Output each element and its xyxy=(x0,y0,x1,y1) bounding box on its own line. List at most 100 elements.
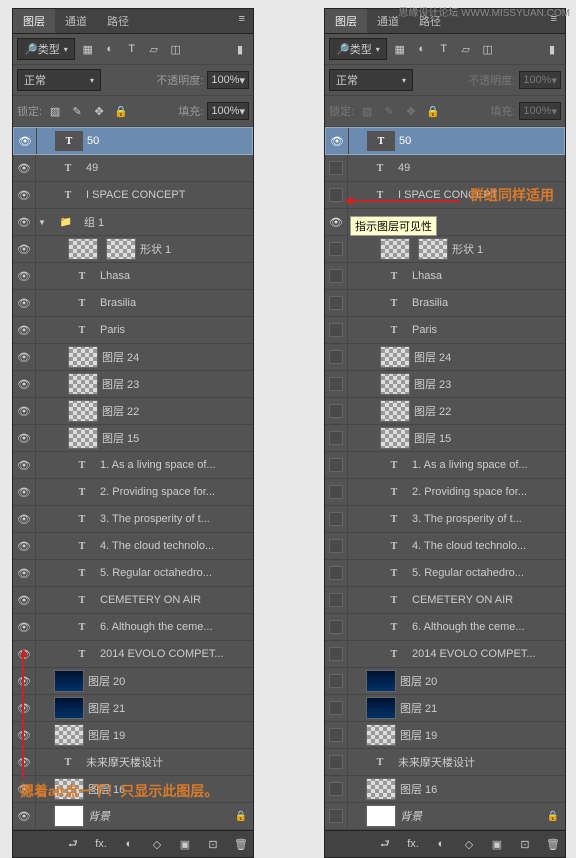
layer-row[interactable]: TLhasa xyxy=(325,263,565,290)
layer-row[interactable]: 图层 15 xyxy=(325,425,565,452)
visibility-toggle[interactable] xyxy=(325,155,348,181)
filter-text-icon[interactable]: T xyxy=(123,40,141,58)
link-icon[interactable]: ⮐ xyxy=(63,835,83,853)
layer-row[interactable]: 👁T3. The prosperity of t... xyxy=(13,506,253,533)
layer-row[interactable]: T1. As a living space of... xyxy=(325,452,565,479)
layer-row[interactable]: 👁T5. Regular octahedro... xyxy=(13,560,253,587)
layer-row[interactable]: 👁T未来摩天楼设计 xyxy=(13,749,253,776)
layer-row[interactable]: T5. Regular octahedro... xyxy=(325,560,565,587)
new-layer-icon[interactable]: ⊡ xyxy=(203,835,223,853)
visibility-toggle[interactable] xyxy=(325,695,348,721)
blend-mode-dropdown[interactable]: 正常▾ xyxy=(329,69,413,91)
filter-kind-dropdown[interactable]: 🔎 类型▾ xyxy=(17,38,75,60)
lock-position-icon[interactable]: ✥ xyxy=(90,102,108,120)
layer-row[interactable]: 👁TParis xyxy=(13,317,253,344)
layer-row[interactable]: 背景🔒 xyxy=(325,803,565,830)
visibility-toggle[interactable] xyxy=(325,398,348,424)
filter-toggle-icon[interactable]: ▮ xyxy=(543,40,561,58)
layer-name[interactable]: 2. Providing space for... xyxy=(412,486,565,498)
layer-row[interactable]: 👁背景🔒 xyxy=(13,803,253,830)
lock-pixels-icon[interactable]: ✎ xyxy=(380,102,398,120)
layer-row[interactable]: 图层 23 xyxy=(325,371,565,398)
visibility-toggle[interactable] xyxy=(325,236,348,262)
layer-name[interactable]: 形状 1 xyxy=(452,241,565,257)
visibility-toggle[interactable]: 👁 xyxy=(13,452,36,478)
layer-name[interactable]: 形状 1 xyxy=(140,241,253,257)
layer-name[interactable]: 6. Although the ceme... xyxy=(100,621,253,633)
filter-text-icon[interactable]: T xyxy=(435,40,453,58)
layer-row[interactable]: 👁图层 21 xyxy=(13,695,253,722)
layer-row[interactable]: 👁T50 xyxy=(325,127,565,155)
layer-row[interactable]: 👁图层 15 xyxy=(13,425,253,452)
layer-name[interactable]: 6. Although the ceme... xyxy=(412,621,565,633)
layer-name[interactable]: Brasilia xyxy=(412,297,565,309)
link-icon[interactable]: ⮐ xyxy=(375,835,395,853)
layer-name[interactable]: I SPACE CONCEPT xyxy=(86,189,253,201)
visibility-toggle[interactable] xyxy=(325,749,348,775)
visibility-toggle[interactable] xyxy=(325,668,348,694)
mask-icon[interactable]: ◐ xyxy=(119,835,139,853)
layer-name[interactable]: Lhasa xyxy=(100,270,253,282)
layer-row[interactable]: 👁T6. Although the ceme... xyxy=(13,614,253,641)
layer-name[interactable]: 4. The cloud technolo... xyxy=(412,540,565,552)
filter-pixel-icon[interactable]: ▦ xyxy=(391,40,409,58)
layer-row[interactable]: TParis xyxy=(325,317,565,344)
layer-row[interactable]: 图层 16 xyxy=(325,776,565,803)
visibility-toggle[interactable] xyxy=(325,290,348,316)
layer-row[interactable]: 👁 图层 24 xyxy=(13,344,253,371)
opacity-value[interactable]: 100% ▾ xyxy=(207,71,249,89)
visibility-toggle[interactable] xyxy=(325,722,348,748)
visibility-toggle[interactable]: 👁 xyxy=(13,398,36,424)
visibility-toggle[interactable]: 👁 xyxy=(13,155,36,181)
lock-transparent-icon[interactable]: ▨ xyxy=(46,102,64,120)
lock-position-icon[interactable]: ✥ xyxy=(402,102,420,120)
visibility-toggle[interactable]: 👁 xyxy=(13,560,36,586)
layer-name[interactable]: 49 xyxy=(398,162,565,174)
visibility-toggle[interactable] xyxy=(325,371,348,397)
layer-row[interactable]: 形状 1 xyxy=(325,236,565,263)
layer-name[interactable]: Paris xyxy=(412,324,565,336)
visibility-toggle[interactable]: 👁 xyxy=(325,209,348,235)
fill-value[interactable]: 100% ▾ xyxy=(519,102,561,120)
layer-name[interactable]: 图层 24 xyxy=(414,349,565,365)
filter-smart-icon[interactable]: ◫ xyxy=(167,40,185,58)
layer-row[interactable]: T49 xyxy=(325,155,565,182)
layer-name[interactable]: 5. Regular octahedro... xyxy=(412,567,565,579)
layer-name[interactable]: 图层 16 xyxy=(400,781,565,797)
layer-name[interactable]: 图层 15 xyxy=(102,430,253,446)
visibility-toggle[interactable] xyxy=(325,641,348,667)
visibility-toggle[interactable]: 👁 xyxy=(13,290,36,316)
layer-name[interactable]: 图层 22 xyxy=(102,403,253,419)
filter-toggle-icon[interactable]: ▮ xyxy=(231,40,249,58)
layer-row[interactable]: T2014 EVOLO COMPET... xyxy=(325,641,565,668)
visibility-toggle[interactable]: 👁 xyxy=(13,344,36,370)
filter-pixel-icon[interactable]: ▦ xyxy=(79,40,97,58)
layer-name[interactable]: 图层 23 xyxy=(102,376,253,392)
layer-row[interactable]: 图层 20 xyxy=(325,668,565,695)
layer-name[interactable]: 50 xyxy=(87,135,252,147)
group-icon[interactable]: ▣ xyxy=(487,835,507,853)
visibility-toggle[interactable] xyxy=(325,560,348,586)
tab-layers[interactable]: 图层 xyxy=(13,9,55,33)
layer-row[interactable]: 👁T2014 EVOLO COMPET... xyxy=(13,641,253,668)
tab-channels[interactable]: 通道 xyxy=(55,9,97,33)
layer-row[interactable]: 👁T50 xyxy=(13,127,253,155)
visibility-toggle[interactable]: 👁 xyxy=(14,128,37,154)
tab-layers[interactable]: 图层 xyxy=(325,9,367,33)
visibility-toggle[interactable]: 👁 xyxy=(13,614,36,640)
layer-row[interactable]: 👁▼📁组 1 xyxy=(13,209,253,236)
visibility-toggle[interactable] xyxy=(325,614,348,640)
visibility-toggle[interactable]: 👁 xyxy=(326,128,349,154)
layer-row[interactable]: 👁 图层 22 xyxy=(13,398,253,425)
layer-row[interactable]: T未来摩天楼设计 xyxy=(325,749,565,776)
fx-icon[interactable]: fx. xyxy=(403,835,423,853)
layer-row[interactable]: 👁图层 19 xyxy=(13,722,253,749)
layer-name[interactable]: 5. Regular octahedro... xyxy=(100,567,253,579)
layer-name[interactable]: Paris xyxy=(100,324,253,336)
layer-row[interactable]: 👁T2. Providing space for... xyxy=(13,479,253,506)
layer-name[interactable]: 组 1 xyxy=(84,214,253,230)
layer-row[interactable]: 👁TBrasilia xyxy=(13,290,253,317)
filter-shape-icon[interactable]: ▱ xyxy=(457,40,475,58)
layer-name[interactable]: 图层 24 xyxy=(102,349,253,365)
visibility-toggle[interactable] xyxy=(325,263,348,289)
